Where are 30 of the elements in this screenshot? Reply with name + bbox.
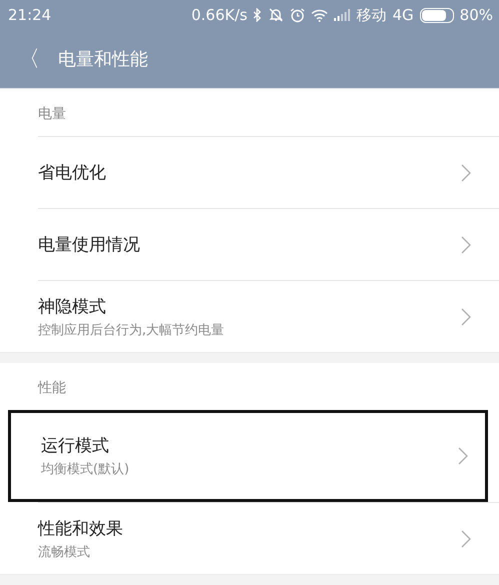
chevron-icon <box>461 236 471 254</box>
settings-item[interactable]: 运行模式 均衡模式(默认) <box>8 410 488 502</box>
battery-icon <box>420 8 454 22</box>
item-title: 电量使用情况 <box>38 234 140 256</box>
alarm-icon <box>290 8 306 22</box>
wifi-icon <box>311 8 328 22</box>
status-time: 21:24 <box>8 6 52 24</box>
item-title: 性能和效果 <box>38 518 123 540</box>
section-title: 电量 <box>37 105 67 124</box>
settings-item[interactable]: 省电优化 <box>38 136 499 208</box>
page-title: 电量和性能 <box>58 48 148 71</box>
bluetooth-icon <box>253 8 262 22</box>
item-subtitle: 控制应用后台行为,大幅节约电量 <box>38 322 224 338</box>
item-title: 运行模式 <box>41 435 110 457</box>
item-title: 神隐模式 <box>38 296 107 318</box>
chevron-icon <box>461 308 471 326</box>
network-type: 4G <box>392 6 414 24</box>
settings-item[interactable]: 电量使用情况 <box>38 208 499 280</box>
network-speed: 0.66K/s <box>191 6 248 24</box>
muted-bell-icon <box>268 8 284 22</box>
carrier-name: 移动 <box>356 6 386 24</box>
signal-icon <box>334 9 350 21</box>
chevron-icon <box>461 530 471 548</box>
item-subtitle: 流畅模式 <box>38 544 91 560</box>
chevron-icon <box>461 164 471 182</box>
chevron-icon <box>458 447 468 465</box>
battery-percent: 80% <box>460 6 493 24</box>
item-title: 省电优化 <box>38 162 106 184</box>
item-subtitle: 均衡模式(默认) <box>41 461 130 478</box>
section-title: 性能 <box>36 379 67 398</box>
